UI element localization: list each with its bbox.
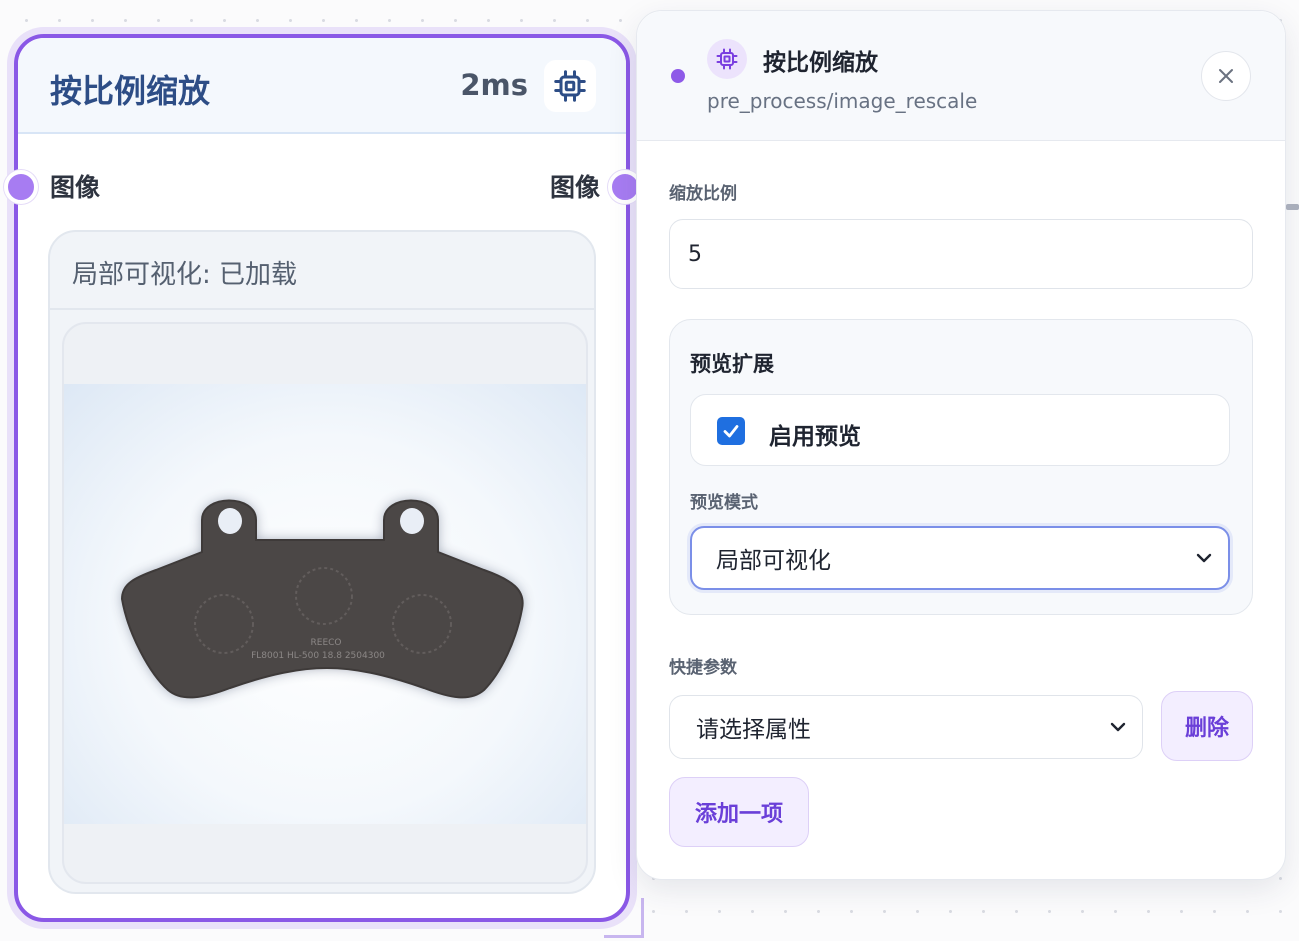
part-text-line1: REECO xyxy=(311,638,342,648)
preview-mode-label: 预览模式 xyxy=(690,493,758,513)
resize-corner-handle[interactable] xyxy=(604,898,644,938)
status-dot xyxy=(671,69,685,83)
connection-edge-stub xyxy=(1286,204,1299,210)
node-header[interactable]: 按比例缩放 2ms xyxy=(18,38,626,134)
input-port-handle[interactable] xyxy=(4,170,38,204)
output-port-label: 图像 xyxy=(549,173,600,202)
cpu-chip-icon xyxy=(544,60,596,112)
preview-divider xyxy=(50,308,594,310)
checkmark-icon xyxy=(723,425,739,438)
preview-extension-title: 预览扩展 xyxy=(690,352,774,376)
scale-label: 缩放比例 xyxy=(669,184,737,204)
scale-input-value: 5 xyxy=(688,241,702,267)
panel-header: 按比例缩放 pre_process/image_rescale xyxy=(637,11,1285,141)
attribute-select-placeholder: 请选择属性 xyxy=(696,717,811,743)
input-port-label: 图像 xyxy=(50,173,101,202)
panel-title: 按比例缩放 xyxy=(763,50,878,76)
brake-pad-image: REECO FL8001 HL-500 18.8 2504300 xyxy=(120,499,524,699)
attribute-select[interactable]: 请选择属性 xyxy=(669,695,1143,759)
delete-button[interactable]: 删除 xyxy=(1161,691,1253,761)
enable-preview-label: 启用预览 xyxy=(769,424,861,450)
preview-status: 局部可视化: 已加载 xyxy=(72,260,298,290)
node-title: 按比例缩放 xyxy=(50,72,211,110)
preview-extension-section: 预览扩展 启用预览 预览模式 局部可视化 xyxy=(669,319,1253,615)
preview-mode-select[interactable]: 局部可视化 xyxy=(690,526,1230,590)
properties-panel: 按比例缩放 pre_process/image_rescale 缩放比例 5 预… xyxy=(636,10,1286,880)
preview-image: REECO FL8001 HL-500 18.8 2504300 xyxy=(64,384,586,824)
node-execution-time: 2ms xyxy=(460,68,528,102)
rescale-node-card[interactable]: 按比例缩放 2ms 图像 图像 局部可视化: 已加载 REECO FL8001 … xyxy=(4,34,642,922)
scale-input[interactable]: 5 xyxy=(669,219,1253,289)
preview-frame: REECO FL8001 HL-500 18.8 2504300 xyxy=(62,322,588,884)
chevron-down-icon xyxy=(1110,722,1126,732)
preview-mode-value: 局部可视化 xyxy=(716,548,831,574)
enable-preview-checkbox[interactable] xyxy=(717,417,745,445)
cpu-chip-icon xyxy=(707,39,747,79)
chevron-down-icon xyxy=(1196,553,1212,563)
add-item-button[interactable]: 添加一项 xyxy=(669,777,809,847)
close-icon xyxy=(1219,69,1233,83)
close-button[interactable] xyxy=(1201,51,1251,101)
node-path: pre_process/image_rescale xyxy=(707,89,978,113)
quick-params-label: 快捷参数 xyxy=(669,658,737,678)
enable-preview-row[interactable]: 启用预览 xyxy=(690,394,1230,466)
part-text-line2: FL8001 HL-500 18.8 2504300 xyxy=(251,651,385,661)
preview-card: 局部可视化: 已加载 REECO FL8001 HL-500 18.8 2504… xyxy=(48,230,596,894)
